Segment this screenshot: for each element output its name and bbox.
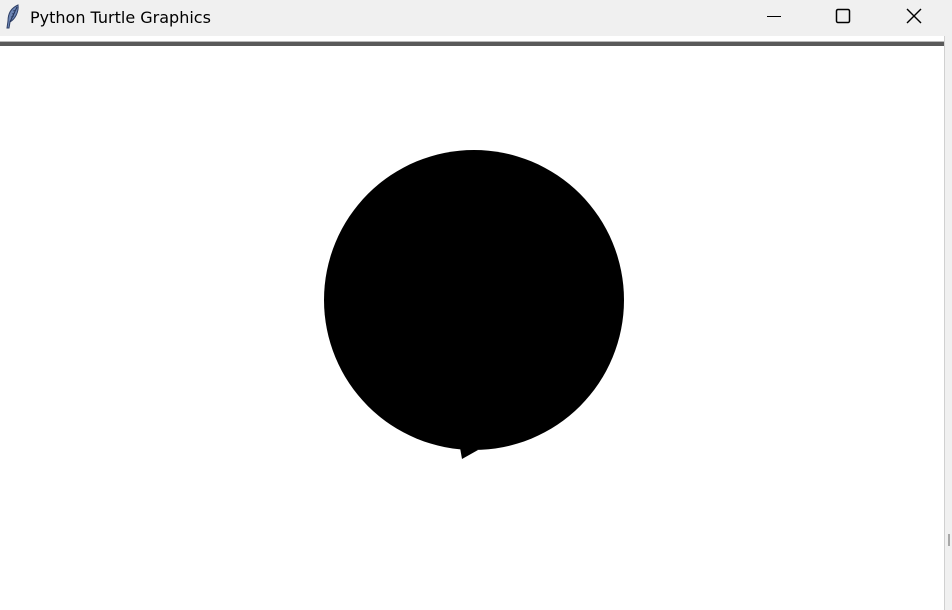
filled-circle (324, 150, 624, 450)
window-right-border (944, 36, 952, 610)
close-icon (905, 7, 923, 29)
window-title: Python Turtle Graphics (30, 8, 211, 27)
minimize-button[interactable] (740, 0, 808, 36)
close-button[interactable] (880, 0, 948, 36)
maximize-button[interactable] (809, 0, 877, 36)
resize-grip-icon[interactable] (947, 532, 952, 548)
turtle-window: Python Turtle Graphics (0, 0, 952, 610)
minimize-icon (766, 8, 782, 28)
feather-icon (4, 4, 22, 30)
maximize-icon (835, 8, 851, 28)
title-bar[interactable]: Python Turtle Graphics (0, 0, 952, 36)
turtle-canvas[interactable] (0, 46, 944, 610)
